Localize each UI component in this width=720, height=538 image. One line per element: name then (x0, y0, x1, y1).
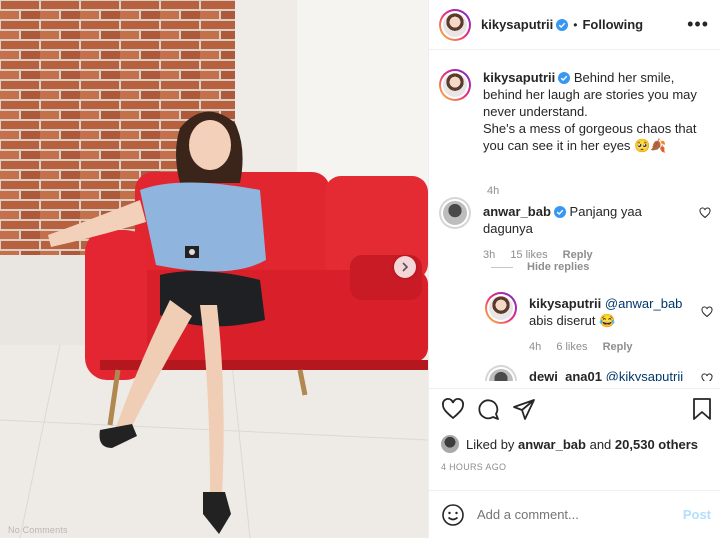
reply-mention[interactable]: @kikysaputrii (606, 369, 684, 381)
comments-list[interactable]: kikysaputrii Behind her smile, behind he… (429, 51, 720, 381)
verified-badge-icon (556, 18, 569, 31)
commenter-avatar[interactable] (439, 197, 471, 229)
post-image[interactable]: No Comments (0, 0, 428, 538)
likes-others[interactable]: 20,530 others (615, 437, 698, 452)
heart-icon[interactable] (701, 306, 713, 318)
liker-avatar[interactable] (441, 435, 459, 453)
reply-avatar[interactable] (485, 365, 517, 381)
more-options-icon[interactable]: ••• (687, 14, 709, 35)
reply-text: abis diserut 😂 (529, 313, 616, 328)
comment-icon[interactable] (476, 397, 500, 421)
reply-reply-button[interactable]: Reply (603, 341, 633, 353)
caption-username[interactable]: kikysaputrii (483, 70, 555, 85)
comment-reply-button[interactable]: Reply (563, 249, 593, 261)
post-caption: kikysaputrii Behind her smile, behind he… (439, 69, 715, 197)
likes-connector: and (589, 436, 612, 452)
hide-replies-button[interactable]: Hide replies (491, 261, 589, 273)
following-button[interactable]: Following (582, 17, 643, 32)
post-header: kikysaputrii • Following ••• (429, 0, 720, 50)
verified-badge-icon (553, 206, 566, 218)
likes-user[interactable]: anwar_bab (518, 437, 586, 452)
share-icon[interactable] (512, 397, 536, 421)
likes-summary: Liked by anwar_bab and 20,530 others (441, 435, 698, 453)
image-alt-text: No Comments (8, 525, 68, 535)
comment-username[interactable]: anwar_bab (483, 204, 551, 219)
comment-item: anwar_bab Panjang yaa dagunya 3h 15 like… (439, 197, 715, 264)
author-username[interactable]: kikysaputrii (481, 17, 553, 32)
likes-prefix: Liked by (466, 436, 515, 452)
chevron-right-icon (402, 262, 409, 272)
bookmark-icon[interactable] (691, 397, 713, 421)
reply-mention[interactable]: @anwar_bab (605, 296, 683, 311)
carousel-next-button[interactable] (394, 256, 416, 278)
hide-replies-label: Hide replies (527, 261, 590, 273)
caption-text-line2: She's a mess of gorgeous chaos that you … (483, 121, 697, 153)
heart-icon[interactable] (701, 373, 713, 381)
add-comment-bar: Post (429, 490, 720, 538)
post-photo-illustration (0, 0, 428, 538)
caption-timestamp[interactable]: 4h (487, 185, 499, 197)
reply-meta: 4h 6 likes Reply (529, 339, 699, 356)
reply-item: kikysaputrii @anwar_bab abis diserut 😂 4… (485, 292, 717, 356)
add-comment-input[interactable] (477, 507, 677, 522)
reply-timestamp[interactable]: 4h (529, 341, 541, 353)
reply-avatar[interactable] (485, 292, 517, 324)
reply-username[interactable]: dewi_ana01 (529, 369, 602, 381)
emoji-icon[interactable] (441, 503, 465, 527)
post-actions-bar (429, 388, 720, 428)
reply-item: dewi_ana01 @kikysaputrii (485, 365, 717, 381)
post-side-panel: kikysaputrii • Following ••• kikysaputri… (428, 0, 720, 538)
hide-replies-line (491, 266, 513, 268)
verified-badge-icon (558, 72, 571, 84)
heart-icon[interactable] (441, 397, 465, 421)
post-time-ago[interactable]: 4 HOURS AGO (441, 462, 506, 472)
header-separator: • (573, 17, 578, 32)
reply-username[interactable]: kikysaputrii (529, 296, 601, 311)
comment-timestamp[interactable]: 3h (483, 249, 495, 261)
post-comment-button[interactable]: Post (683, 507, 711, 522)
reply-like-count[interactable]: 6 likes (556, 341, 587, 353)
comment-like-count[interactable]: 15 likes (510, 249, 547, 261)
heart-icon[interactable] (699, 207, 711, 219)
author-avatar[interactable] (439, 8, 471, 41)
caption-avatar[interactable] (439, 69, 471, 101)
